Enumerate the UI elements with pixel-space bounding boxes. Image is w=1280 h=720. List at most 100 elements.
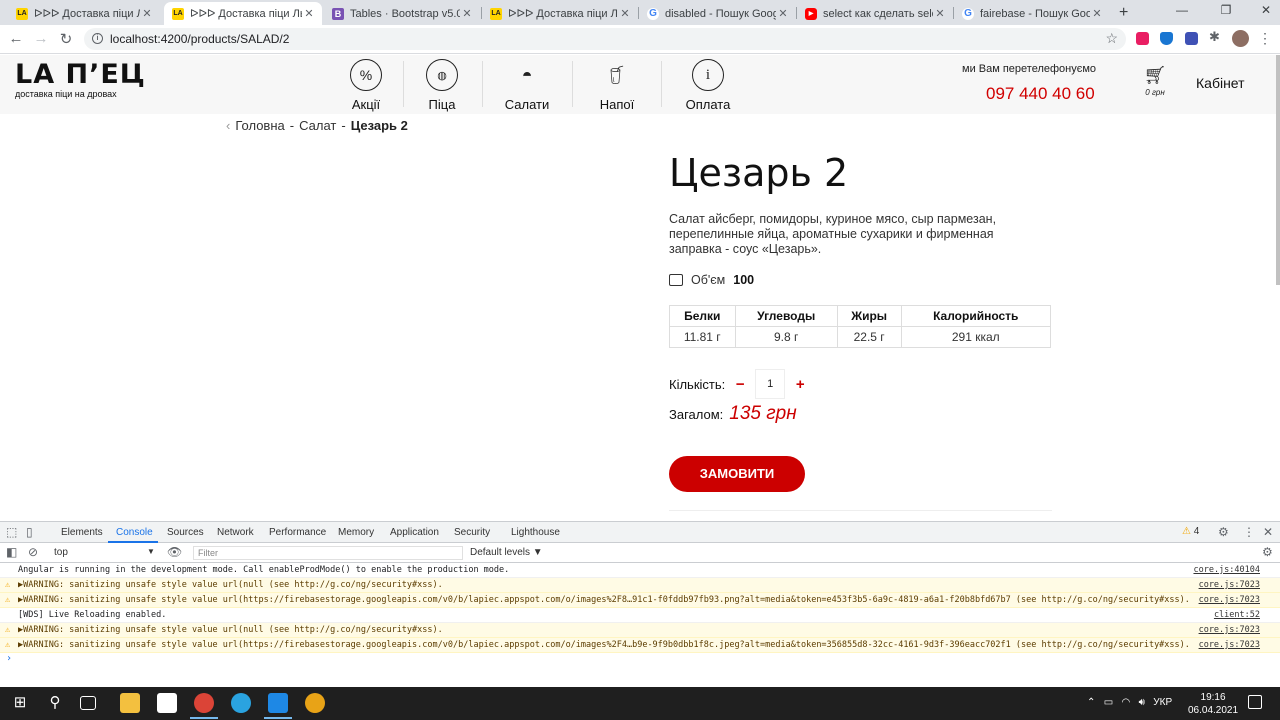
console-source-link[interactable]: core.js:7023: [1198, 578, 1260, 592]
nav-item-drinks[interactable]: 🥤︎ Напої: [596, 59, 638, 113]
browser-tab[interactable]: LA ᐅᐅᐅ Доставка піци Львів ✕: [482, 2, 638, 25]
shield-extension-icon[interactable]: [1160, 32, 1173, 45]
nav-item-salads[interactable]: ◓ Салати: [500, 59, 554, 113]
forward-icon[interactable]: →: [31, 30, 51, 47]
chrome-canary-icon[interactable]: [305, 693, 325, 713]
url-text[interactable]: localhost:4200/products/SALAD/2: [110, 32, 289, 46]
tab-close-icon[interactable]: ✕: [460, 7, 474, 20]
address-bar[interactable]: i localhost:4200/products/SALAD/2 ☆: [84, 28, 1126, 50]
tab-close-icon[interactable]: ✕: [1090, 7, 1104, 20]
minimize-icon[interactable]: —: [1172, 3, 1192, 17]
context-select[interactable]: top: [54, 547, 68, 558]
sidebar-toggle-icon[interactable]: ◧: [6, 545, 17, 559]
notifications-icon[interactable]: [1248, 695, 1262, 709]
tab-close-icon[interactable]: ✕: [933, 7, 947, 20]
dropdown-arrow-icon[interactable]: ▼: [147, 547, 155, 556]
devtools-tab[interactable]: Lighthouse: [511, 527, 560, 538]
console-prompt[interactable]: ›: [0, 653, 1280, 664]
warning-counter[interactable]: ⚠ 4: [1182, 526, 1199, 537]
tab-title: ᐅᐅᐅ Доставка піци Львів: [190, 8, 302, 20]
cart-icon: 🛒︎: [1143, 65, 1167, 85]
console-source-link[interactable]: core.js:7023: [1198, 623, 1260, 637]
clock[interactable]: 19:16 06.04.2021: [1188, 691, 1238, 717]
bookmark-star-icon[interactable]: ☆: [1105, 30, 1118, 47]
language-indicator[interactable]: УКР: [1153, 697, 1172, 708]
system-tray[interactable]: ⌃ ▭ ◠ 🔊︎ УКР: [1087, 697, 1172, 708]
windows-start-icon[interactable]: ⊞: [10, 693, 30, 713]
cart[interactable]: 🛒︎ 0 грн: [1142, 66, 1168, 97]
settings-gear-icon[interactable]: ⚙: [1218, 525, 1229, 539]
devtools-tab[interactable]: Application: [390, 527, 439, 538]
console-warning-line[interactable]: ⚠ ▶WARNING: sanitizing unsafe style valu…: [0, 623, 1280, 638]
devtools-tab[interactable]: Security: [454, 527, 490, 538]
console-source-link[interactable]: core.js:7023: [1198, 593, 1260, 607]
tab-close-icon[interactable]: ✕: [302, 7, 316, 20]
site-logo[interactable]: LA П’ЕЦ доставка піци на дровах: [15, 60, 146, 100]
kebab-menu-icon[interactable]: ⋮: [1243, 525, 1255, 539]
breadcrumb-category[interactable]: Салат: [299, 118, 336, 133]
phone-number[interactable]: 097 440 40 60: [986, 84, 1095, 104]
console-warning-line[interactable]: ⚠ ▶WARNING: sanitizing unsafe style valu…: [0, 593, 1280, 608]
file-explorer-icon[interactable]: [120, 693, 140, 713]
quantity-input[interactable]: 1: [755, 369, 786, 399]
decrement-button[interactable]: −: [731, 376, 749, 393]
nav-item-promotions[interactable]: % Акції: [347, 59, 385, 112]
site-info-icon[interactable]: i: [92, 33, 103, 44]
devtools-tab[interactable]: Network: [217, 527, 254, 538]
console-warning-line[interactable]: ⚠ ▶WARNING: sanitizing unsafe style valu…: [0, 578, 1280, 593]
extensions-puzzle-icon[interactable]: ✱: [1209, 29, 1222, 44]
browser-tab[interactable]: LA ᐅᐅᐅ Доставка піци Львів ✕: [8, 2, 160, 25]
console-source-link[interactable]: client:52: [1214, 608, 1260, 622]
browser-tab-active[interactable]: LA ᐅᐅᐅ Доставка піци Львів ✕: [164, 2, 322, 25]
tab-close-icon[interactable]: ✕: [618, 7, 632, 20]
increment-button[interactable]: +: [791, 376, 809, 393]
chrome-icon[interactable]: [194, 693, 214, 713]
nav-item-payment[interactable]: i Оплата: [680, 59, 736, 112]
clear-console-icon[interactable]: ⊘: [28, 545, 38, 559]
breadcrumb-home[interactable]: Головна: [235, 118, 284, 133]
devtools-tab[interactable]: Elements: [61, 527, 103, 538]
devtools-tab-active[interactable]: Console: [116, 527, 153, 538]
reload-icon[interactable]: ↻: [56, 30, 76, 48]
console-settings-icon[interactable]: ⚙: [1262, 545, 1273, 559]
nav-item-pizza[interactable]: ◍ Піца: [422, 59, 462, 112]
back-icon[interactable]: ←: [6, 30, 26, 47]
browser-tab[interactable]: G fairebase - Пошук Google ✕: [954, 2, 1110, 25]
inspect-element-icon[interactable]: ⬚: [6, 525, 17, 539]
page-scrollbar[interactable]: [1276, 55, 1280, 285]
devtools-tab[interactable]: Memory: [338, 527, 374, 538]
eye-icon[interactable]: 👁︎: [167, 545, 182, 559]
devtools-tab[interactable]: Performance: [269, 527, 326, 538]
new-tab-icon[interactable]: +: [1119, 4, 1128, 22]
store-icon[interactable]: [157, 693, 177, 713]
device-toolbar-icon[interactable]: ▯: [26, 525, 33, 539]
devtools-tab[interactable]: Sources: [167, 527, 204, 538]
window-close-icon[interactable]: ✕: [1256, 3, 1276, 17]
vscode-icon[interactable]: [268, 693, 288, 713]
browser-tab[interactable]: G disabled - Пошук Google ✕: [639, 2, 796, 25]
battery-icon[interactable]: ▭: [1104, 697, 1113, 708]
wifi-icon[interactable]: ◠: [1122, 697, 1131, 708]
kebab-menu-icon[interactable]: ⋮: [1258, 30, 1272, 47]
telegram-icon[interactable]: [231, 693, 251, 713]
volume-icon[interactable]: 🔊︎: [1139, 697, 1145, 708]
browser-tab[interactable]: ▶ select как сделать selected ✕: [797, 2, 953, 25]
close-devtools-icon[interactable]: ✕: [1263, 525, 1273, 539]
chevron-up-icon[interactable]: ⌃: [1087, 697, 1095, 708]
console-warning-line[interactable]: ⚠ ▶WARNING: sanitizing unsafe style valu…: [0, 638, 1280, 653]
console-source-link[interactable]: core.js:40104: [1193, 563, 1260, 577]
console-source-link[interactable]: core.js:7023: [1198, 638, 1260, 652]
console-filter-input[interactable]: Filter: [193, 546, 463, 560]
extension-icon[interactable]: [1136, 32, 1149, 45]
order-button[interactable]: ЗАМОВИТИ: [669, 456, 805, 492]
cabinet-link[interactable]: Кабінет: [1196, 75, 1245, 91]
restore-icon[interactable]: ❐: [1216, 3, 1236, 17]
tab-close-icon[interactable]: ✕: [776, 7, 790, 20]
search-icon[interactable]: ⚲: [45, 693, 65, 713]
browser-tab[interactable]: B Tables · Bootstrap v5.0 ✕: [324, 2, 480, 25]
task-view-icon[interactable]: [80, 696, 96, 710]
log-levels-select[interactable]: Default levels ▼: [470, 547, 543, 558]
tab-close-icon[interactable]: ✕: [140, 7, 154, 20]
profile-avatar[interactable]: [1232, 30, 1249, 47]
extension-icon[interactable]: [1185, 32, 1198, 45]
